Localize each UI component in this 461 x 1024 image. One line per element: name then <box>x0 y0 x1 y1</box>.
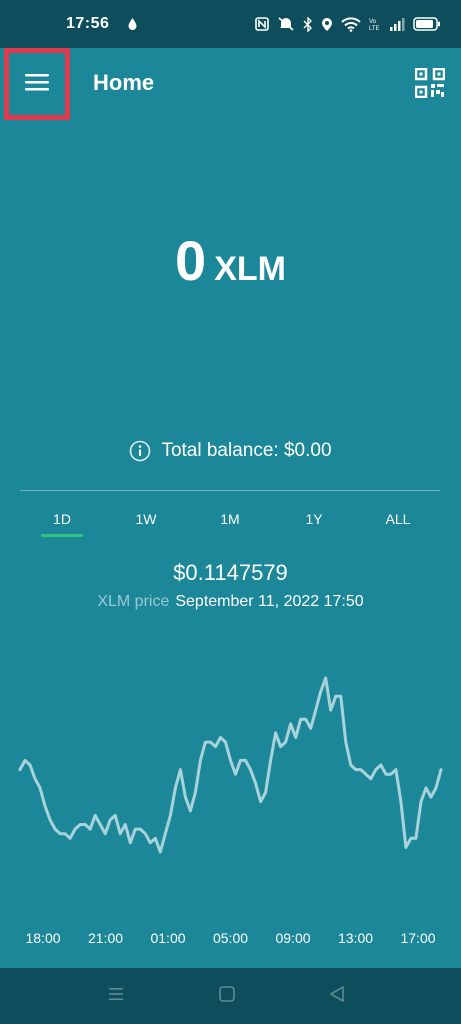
price-value: $0.1147579 <box>173 560 288 585</box>
back-button[interactable] <box>325 984 349 1008</box>
total-balance[interactable]: Total balance: $0.00 <box>0 440 461 462</box>
system-nav-bar <box>0 968 461 1024</box>
price-datetime: September 11, 2022 17:50 <box>175 593 364 610</box>
balance-unit: XLM <box>214 250 286 288</box>
mute-icon <box>277 17 295 31</box>
divider <box>20 490 440 491</box>
x-tick-label: 21:00 <box>87 930 124 946</box>
home-icon <box>218 985 236 1008</box>
battery-icon <box>413 17 441 31</box>
total-balance-label: Total balance: $0.00 <box>161 440 332 461</box>
tab-all[interactable]: ALL <box>356 505 440 537</box>
status-time: 17:56 <box>66 15 110 32</box>
qr-code-button[interactable] <box>414 67 446 99</box>
back-icon <box>328 985 346 1008</box>
recents-icon <box>107 986 125 1007</box>
wifi-icon <box>341 16 361 32</box>
signal-icon <box>389 17 405 31</box>
home-button[interactable] <box>215 984 239 1008</box>
x-tick-label: 17:00 <box>400 930 436 946</box>
tab-1w[interactable]: 1W <box>104 505 188 537</box>
price-label: XLM price <box>97 593 170 610</box>
x-tick-label: 13:00 <box>337 930 374 946</box>
info-icon <box>129 440 151 462</box>
status-icons: Vo LTE <box>255 16 441 32</box>
status-bar: 17:56 Vo LTE <box>0 0 461 48</box>
tab-1y[interactable]: 1Y <box>272 505 356 537</box>
qr-code-icon <box>414 67 446 102</box>
tab-1d[interactable]: 1D <box>20 505 104 537</box>
volte-icon: Vo LTE <box>369 17 381 32</box>
drop-icon <box>127 17 139 31</box>
page-title: Home <box>93 70 155 95</box>
balance-amount: 0 <box>175 229 207 292</box>
time-range-tabs: 1D 1W 1M 1Y ALL <box>20 505 440 537</box>
x-tick-label: 01:00 <box>150 930 186 946</box>
svg-text:Vo: Vo <box>369 19 377 25</box>
x-tick-label: 18:00 <box>25 930 61 946</box>
menu-icon <box>24 72 50 97</box>
svg-text:LTE: LTE <box>369 26 380 32</box>
bluetooth-icon <box>303 16 313 32</box>
price-meta: XLM price September 11, 2022 17:50 <box>0 593 461 611</box>
x-tick-label: 05:00 <box>212 930 249 946</box>
app-bar: Home <box>0 48 461 120</box>
menu-button[interactable] <box>4 48 70 120</box>
nfc-icon <box>255 17 269 31</box>
location-icon <box>321 17 333 32</box>
recents-button[interactable] <box>104 984 128 1008</box>
price-line <box>18 676 443 854</box>
balance-display: 0 XLM <box>0 228 461 293</box>
x-tick-label: 09:00 <box>275 930 311 946</box>
price-chart[interactable] <box>0 660 461 860</box>
x-axis-labels: 18:00 21:00 01:00 05:00 09:00 13:00 17:00 <box>0 930 461 948</box>
tab-1m[interactable]: 1M <box>188 505 272 537</box>
